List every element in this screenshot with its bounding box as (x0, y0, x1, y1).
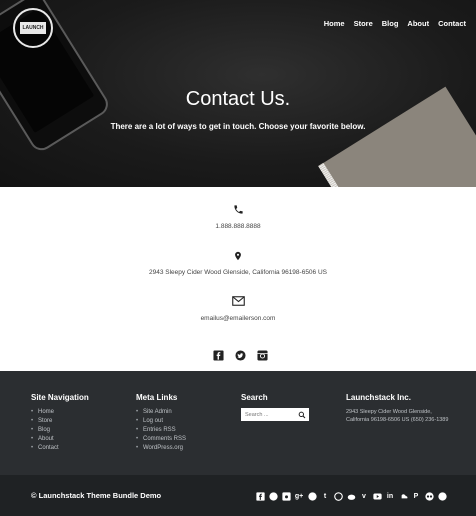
instagram-icon[interactable] (281, 491, 291, 501)
envelope-icon (230, 293, 246, 309)
footer-company: Launchstack Inc. 2943 Sleepy Cider Wood … (346, 393, 454, 424)
company-address: 2943 Sleepy Cider Wood Glenside, Califor… (346, 409, 449, 423)
hero-banner: LAUNCH Home Store Blog About Contact Con… (0, 0, 476, 187)
flickr-icon[interactable] (424, 491, 434, 501)
nav-blog[interactable]: Blog (382, 19, 399, 28)
instagram-icon[interactable] (256, 349, 268, 361)
google-plus-icon[interactable]: g+ (294, 491, 304, 501)
dribbble-icon[interactable] (333, 491, 343, 501)
search-button[interactable] (296, 409, 308, 420)
meta-link[interactable]: Entries RSS (136, 426, 186, 435)
nav-about[interactable]: About (407, 19, 429, 28)
soundcloud-icon[interactable] (398, 491, 408, 501)
linkedin-icon[interactable]: in (385, 491, 395, 501)
nav-contact[interactable]: Contact (438, 19, 466, 28)
contact-section: 1.888.888.8888 2943 Sleepy Cider Wood Gl… (0, 187, 476, 371)
contact-address: 2943 Sleepy Cider Wood Glenside, Califor… (148, 269, 328, 276)
meta-link[interactable]: Comments RSS (136, 435, 186, 444)
facebook-icon[interactable] (255, 491, 265, 501)
site-logo[interactable]: LAUNCH (13, 8, 53, 48)
twitter-icon[interactable] (268, 491, 278, 501)
contact-social-links (212, 349, 268, 361)
contact-phone[interactable]: 1.888.888.8888 (0, 223, 476, 230)
pinterest-p-icon[interactable]: P (411, 491, 421, 501)
meta-link[interactable]: Log out (136, 417, 186, 426)
page-title: Contact Us. (185, 88, 291, 110)
widget-heading: Meta Links (136, 393, 178, 402)
contact-email[interactable]: emailus@emailerson.com (0, 315, 476, 322)
footer-nav-link[interactable]: Store (31, 417, 89, 426)
footer-search: Search (241, 393, 309, 421)
search-form (241, 408, 309, 421)
footer-nav-link[interactable]: Home (31, 408, 89, 417)
github-icon[interactable] (437, 491, 447, 501)
main-nav: Home Store Blog About Contact (324, 19, 466, 28)
meta-link[interactable]: WordPress.org (136, 444, 186, 453)
nav-store[interactable]: Store (354, 19, 373, 28)
map-pin-icon (230, 248, 246, 264)
twitter-icon[interactable] (234, 349, 246, 361)
widget-heading: Launchstack Inc. (346, 393, 411, 402)
nav-home[interactable]: Home (324, 19, 345, 28)
reddit-icon[interactable] (346, 491, 356, 501)
search-input[interactable] (242, 409, 296, 420)
footer-bottom: © Launchstack Theme Bundle Demo g+ t v i… (0, 475, 476, 516)
footer-widgets: Site Navigation Home Store Blog About Co… (0, 371, 476, 475)
widget-heading: Site Navigation (31, 393, 89, 402)
page-subtitle: There are a lot of ways to get in touch.… (110, 122, 366, 131)
footer-social-links: g+ t v in P (255, 491, 447, 501)
pinterest-icon[interactable] (307, 491, 317, 501)
footer-nav-link[interactable]: Contact (31, 444, 89, 453)
footer-nav-link[interactable]: About (31, 435, 89, 444)
copyright-text: © Launchstack Theme Bundle Demo (31, 491, 162, 500)
vimeo-icon[interactable]: v (359, 491, 369, 501)
facebook-icon[interactable] (212, 349, 224, 361)
youtube-icon[interactable] (372, 491, 382, 501)
meta-link[interactable]: Site Admin (136, 408, 186, 417)
footer-nav-link[interactable]: Blog (31, 426, 89, 435)
footer-site-navigation: Site Navigation Home Store Blog About Co… (31, 393, 89, 453)
search-icon (298, 411, 306, 418)
phone-icon (230, 201, 246, 217)
widget-heading: Search (241, 393, 268, 402)
tumblr-icon[interactable]: t (320, 491, 330, 501)
footer-meta-links: Meta Links Site Admin Log out Entries RS… (136, 393, 186, 453)
